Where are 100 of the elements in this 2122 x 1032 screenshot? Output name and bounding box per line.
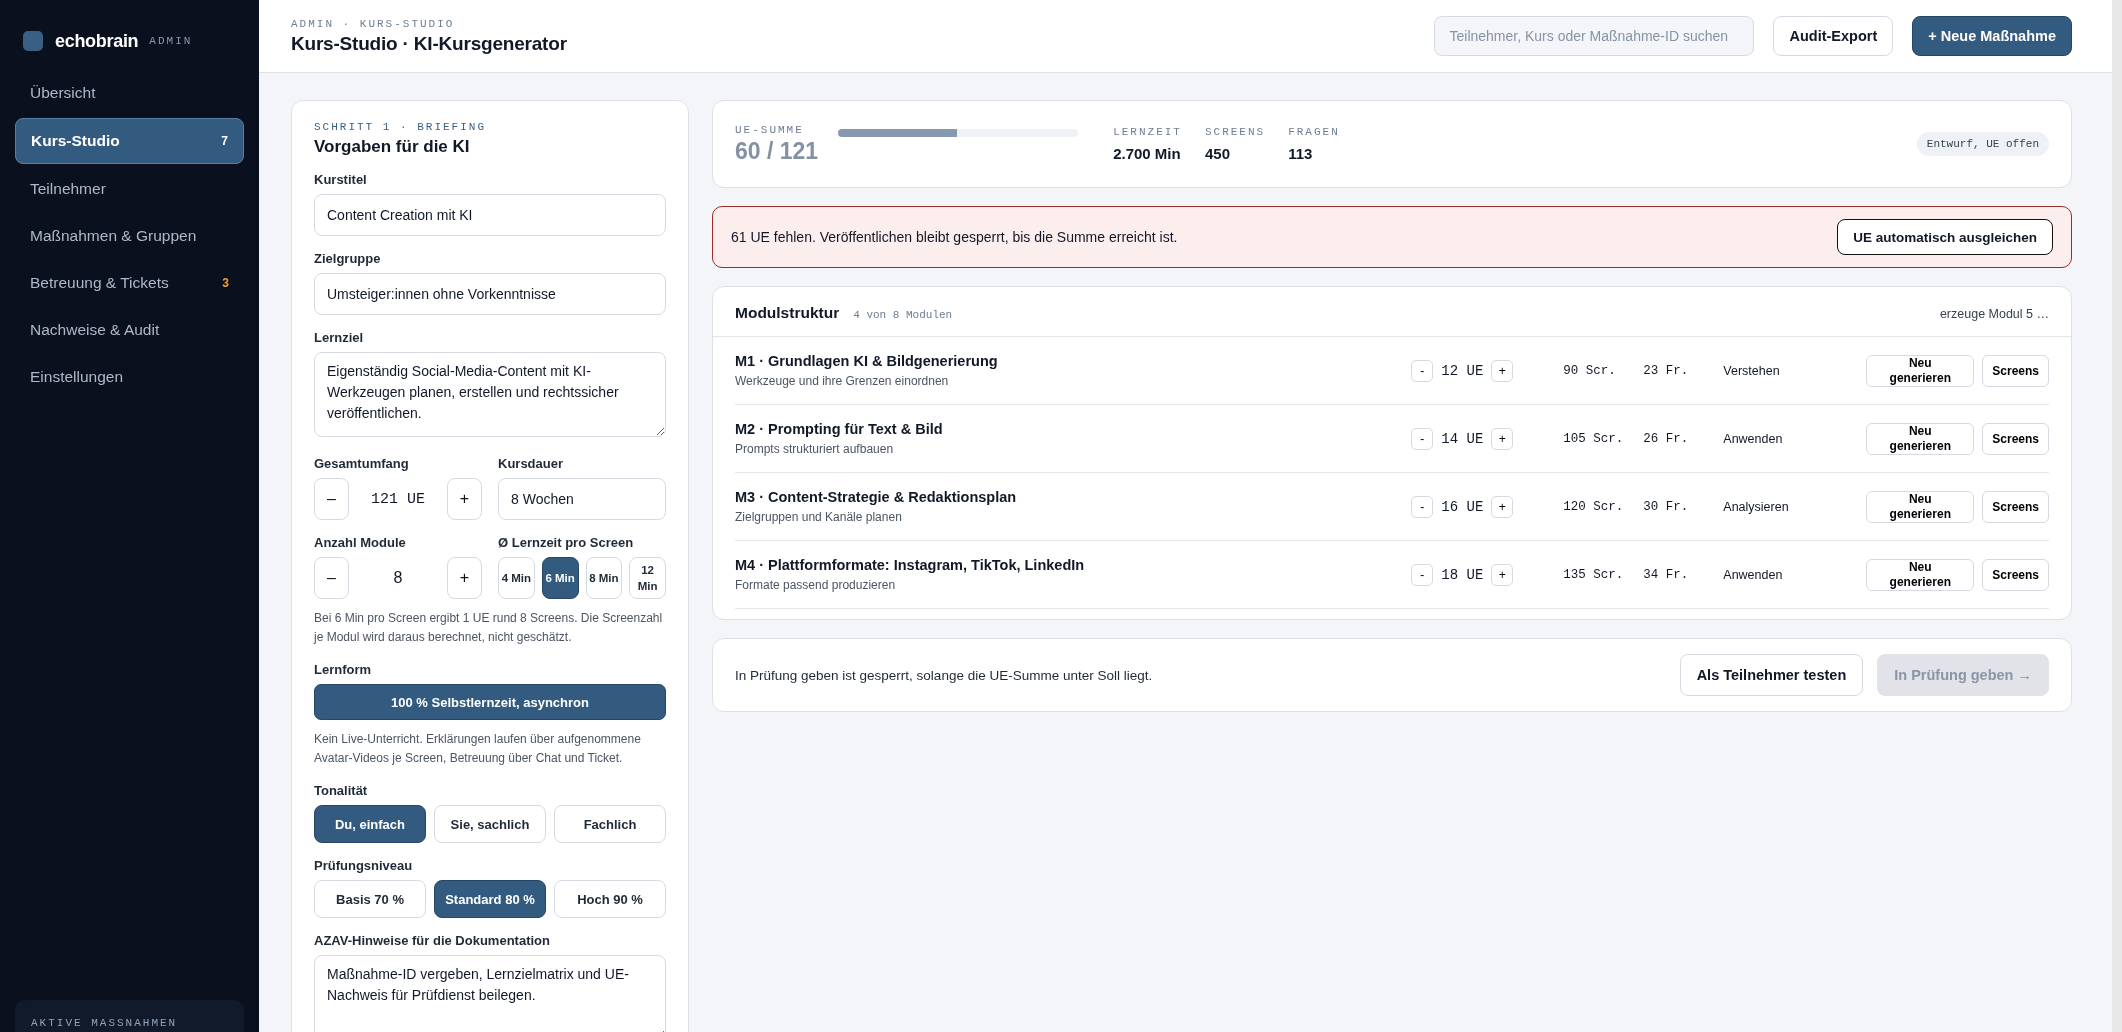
time-option[interactable]: 12 Min [629, 557, 666, 599]
decrement-button[interactable]: - [1411, 495, 1434, 518]
sidebar-item[interactable]: Einstellungen [15, 355, 244, 399]
module-title: M4 · Plattformformate: Instagram, TikTok, LinkedIn [735, 557, 1086, 573]
logo-icon [23, 31, 43, 51]
stat-value: 113 [1288, 145, 1314, 162]
field-label: Kursdauer [498, 456, 565, 471]
field-label: Ø Lernzeit pro Screen [498, 535, 635, 550]
info-text: In Prüfung geben ist gesperrt, solange die UE-Summe unter Soll liegt. [735, 667, 1153, 683]
field-label: Zielgruppe [314, 251, 382, 266]
warning-text: 61 UE fehlen. Veröffentlichen bleibt gesperrt, bis die Summe erreicht ist. [731, 229, 1178, 245]
ue-value: 14 UE [1441, 430, 1484, 447]
field-label: Lernform [314, 662, 373, 677]
time-option[interactable]: 4 Min [498, 557, 535, 599]
screens-button[interactable]: Screens [1982, 558, 2049, 591]
exam-level-option[interactable]: Basis 70 % [314, 880, 426, 918]
field-label: AZAV-Hinweise für die Dokumentation [314, 933, 551, 948]
module-title: M3 · Content-Strategie & Redaktionsplan [735, 489, 1018, 505]
increment-button[interactable]: + [1491, 427, 1514, 450]
sidebar-item[interactable]: Kurs-Studio 7 [15, 118, 244, 164]
question-count: 30 Fr. [1643, 499, 1690, 514]
input-field[interactable]: Umsteiger:innen ohne Vorkenntnisse [314, 273, 666, 315]
status-badge: Entwurf, UE offen [1916, 132, 2049, 156]
generation-status: erzeuge Modul 5 … [1939, 307, 2049, 321]
search-field[interactable]: Teilnehmer, Kurs oder Maßnahme-ID suchen [1434, 16, 1755, 56]
learning-level: Analysieren [1723, 499, 1790, 514]
time-option[interactable]: 6 Min [541, 557, 579, 599]
logo: echobrain [55, 30, 139, 52]
increment-button[interactable]: + [447, 478, 482, 520]
ue-sum: 60 / 121 [735, 137, 819, 165]
test-button[interactable]: Als Teilnehmer testen [1679, 654, 1864, 696]
screen-count: 105 Scr. [1563, 431, 1625, 446]
module-subtitle: Werkzeuge und ihre Grenzen einordnen [735, 374, 950, 388]
panel-title: Vorgaben für die KI [314, 137, 471, 157]
stepper-value: 8 [393, 569, 403, 587]
field-label: Gesamtumfang [314, 456, 410, 471]
new-measure-button[interactable]: + Neue Maßnahme [1912, 16, 2072, 56]
regenerate-button[interactable]: Neu generieren [1866, 558, 1975, 591]
decrement-button[interactable]: - [1411, 359, 1434, 382]
regenerate-button[interactable]: Neu generieren [1866, 354, 1975, 387]
stat-value: 2.700 Min [1113, 145, 1182, 162]
field-label: Tonalität [314, 783, 369, 798]
help-text: Kein Live-Unterricht. Erklärungen laufen über aufgenommene Avatar-Videos je Screen, Betreuung über Chat und Ticket. [314, 731, 642, 767]
screens-button[interactable]: Screens [1982, 354, 2049, 387]
sidebar-item[interactable]: Betreuung & Tickets 3 [15, 261, 244, 305]
learning-form-button[interactable]: 100 % Selbstlernzeit, asynchron [314, 684, 666, 720]
balance-button[interactable]: UE automatisch ausgleichen [1837, 219, 2053, 255]
increment-button[interactable]: + [1491, 359, 1514, 382]
sidebar-item[interactable]: Teilnehmer [15, 167, 244, 211]
text-area[interactable]: Eigenständig Social-Media-Content mit KI-Werkzeugen planen, erstellen und rechtssicher veröffentlichen. [314, 352, 666, 437]
regenerate-button[interactable]: Neu generieren [1866, 490, 1975, 523]
screens-button[interactable]: Screens [1982, 490, 2049, 523]
learning-level: Anwenden [1723, 567, 1784, 582]
role-label: ADMIN [149, 35, 193, 47]
step-label: SCHRITT 1 · BRIEFING [314, 121, 488, 133]
screens-button[interactable]: Screens [1982, 422, 2049, 455]
tone-option[interactable]: Sie, sachlich [434, 805, 546, 843]
field-label: Prüfungsniveau [314, 858, 414, 873]
field-label: Anzahl Module [314, 535, 407, 550]
exam-level-option[interactable]: Hoch 90 % [554, 880, 666, 918]
question-count: 23 Fr. [1643, 363, 1690, 378]
stepper-value: 121 UE [371, 490, 425, 508]
panel-title: AKTIVE MASSNAHMEN [31, 1017, 178, 1029]
ue-value: 18 UE [1441, 566, 1484, 583]
screen-count: 90 Scr. [1563, 363, 1617, 378]
sidebar-item[interactable]: Übersicht [15, 71, 244, 115]
input-field[interactable]: Content Creation mit KI [314, 194, 666, 236]
decrement-button[interactable]: – [314, 557, 349, 599]
tone-option[interactable]: Du, einfach [314, 805, 426, 843]
ue-value: 16 UE [1441, 498, 1484, 515]
stat-label: FRAGEN [1288, 126, 1340, 138]
text-area[interactable]: Maßnahme-ID vergeben, Lernzielmatrix und UE-Nachweis für Prüfdienst beilegen. [314, 955, 666, 1032]
stat-label: SCREENS [1204, 126, 1266, 138]
page-title: Kurs-Studio · KI-Kursgenerator [291, 32, 567, 55]
stat-label: LERNZEIT [1113, 126, 1182, 138]
learning-level: Anwenden [1723, 431, 1784, 446]
sidebar-item[interactable]: Maßnahmen & Gruppen [15, 214, 244, 258]
export-button[interactable]: Audit-Export [1773, 16, 1894, 56]
help-text: Bei 6 Min pro Screen ergibt 1 UE rund 8 Screens. Die Screenzahl je Modul wird daraus berechnet, nicht geschätzt. [314, 610, 664, 646]
exam-level-option[interactable]: Standard 80 % [434, 880, 546, 918]
section-title: Modulstruktur [735, 304, 840, 322]
decrement-button[interactable]: – [314, 478, 349, 520]
field-label: Kurstitel [314, 172, 368, 187]
breadcrumb: ADMIN · KURS-STUDIO [291, 17, 456, 30]
time-option[interactable]: 8 Min [585, 557, 623, 599]
increment-button[interactable]: + [447, 557, 482, 599]
question-count: 34 Fr. [1643, 567, 1690, 582]
sidebar-item[interactable]: Nachweise & Audit [15, 308, 244, 352]
input-field[interactable]: 8 Wochen [498, 478, 666, 520]
ue-value: 12 UE [1441, 362, 1484, 379]
module-subtitle: Formate passend produzieren [735, 578, 897, 592]
increment-button[interactable]: + [1491, 563, 1514, 586]
screen-count: 120 Scr. [1563, 499, 1625, 514]
regenerate-button[interactable]: Neu generieren [1866, 422, 1975, 455]
increment-button[interactable]: + [1491, 495, 1514, 518]
decrement-button[interactable]: - [1411, 427, 1434, 450]
screen-count: 135 Scr. [1563, 567, 1625, 582]
tone-option[interactable]: Fachlich [554, 805, 666, 843]
module-subtitle: Zielgruppen und Kanäle planen [735, 510, 903, 524]
decrement-button[interactable]: - [1411, 563, 1434, 586]
